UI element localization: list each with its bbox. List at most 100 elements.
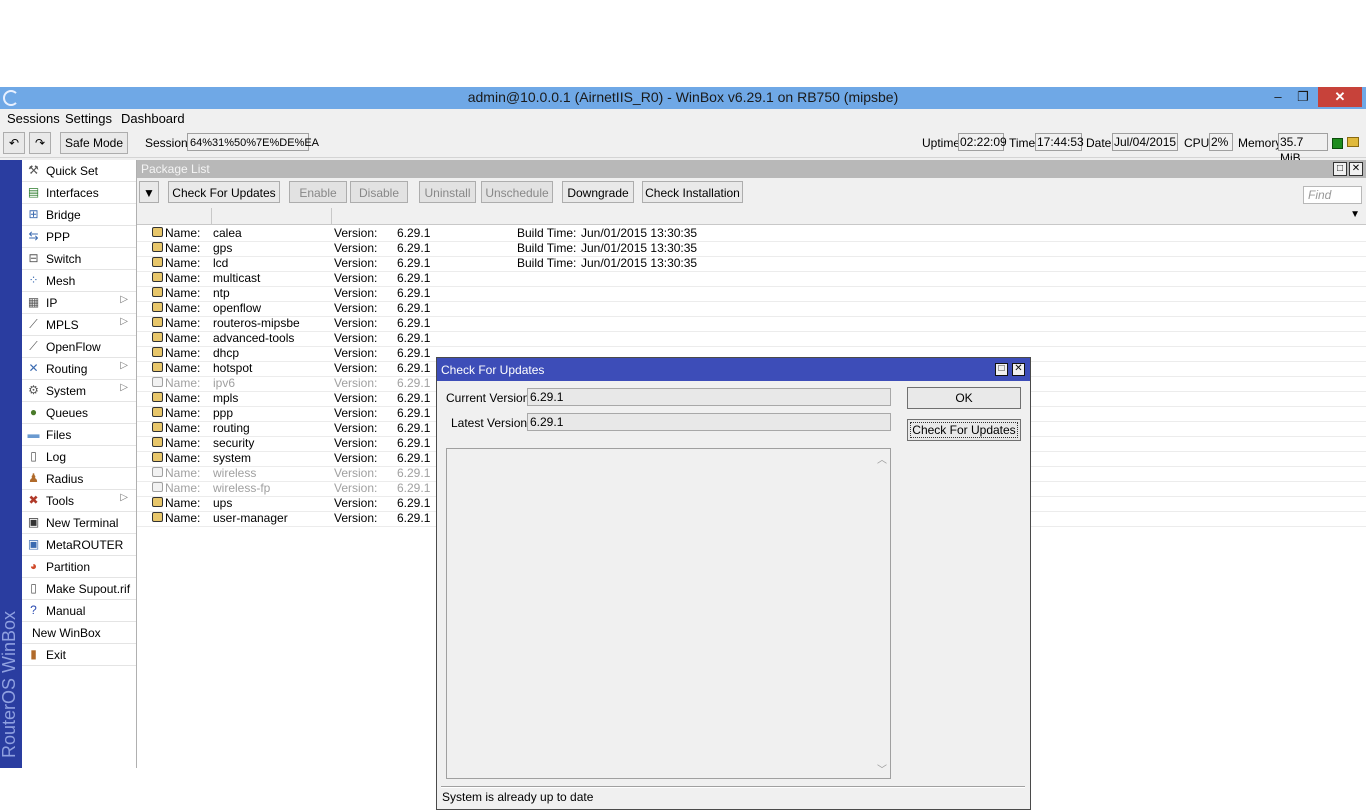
package-icon xyxy=(152,287,163,297)
package-icon xyxy=(152,452,163,462)
menu-settings[interactable]: Settings xyxy=(65,111,112,126)
sidebar-item-label: Interfaces xyxy=(46,186,99,200)
sidebar-item-ppp[interactable]: ⇆ PPP xyxy=(22,226,136,248)
maximize-panel-icon[interactable]: □ xyxy=(1333,162,1347,176)
name-label: Name: xyxy=(165,466,201,480)
safe-mode-button[interactable]: Safe Mode xyxy=(60,132,128,154)
find-input[interactable]: Find xyxy=(1303,186,1362,204)
submenu-arrow-icon: ▷ xyxy=(120,360,128,371)
sidebar-item-mesh[interactable]: ⁘ Mesh xyxy=(22,270,136,292)
version-label: Version: xyxy=(334,331,378,345)
unschedule-button[interactable]: Unschedule xyxy=(481,181,553,203)
sidebar-item-files[interactable]: ▬ Files xyxy=(22,424,136,446)
package-version: 6.29.1 xyxy=(397,331,431,345)
sidebar-item-ip[interactable]: ▦ IP ▷ xyxy=(22,292,136,314)
interfaces-icon: ▤ xyxy=(27,185,40,199)
sidebar-item-mpls[interactable]: ⟋ MPLS ▷ xyxy=(22,314,136,336)
table-row[interactable]: Name: routeros-mipsbe Version: 6.29.1 xyxy=(137,316,1366,332)
terminal-icon: ▣ xyxy=(27,515,40,529)
mpls-icon: ⟋ xyxy=(29,317,38,331)
changelog-area[interactable]: ︿ ﹀ xyxy=(446,448,891,779)
dialog-check-for-updates-button[interactable]: Check For Updates xyxy=(907,419,1021,441)
sidebar-item-make-supout[interactable]: ▯ Make Supout.rif xyxy=(22,578,136,600)
sidebar-item-openflow[interactable]: ⟋ OpenFlow xyxy=(22,336,136,358)
dialog-close-icon[interactable]: ✕ xyxy=(1012,363,1025,376)
check-installation-button[interactable]: Check Installation xyxy=(642,181,743,203)
name-label: Name: xyxy=(165,376,201,390)
sidebar-item-label: System xyxy=(46,384,87,398)
sidebar-item-label: MPLS xyxy=(46,318,79,332)
name-label: Name: xyxy=(165,406,201,420)
package-list-header: Package List □ ✕ xyxy=(137,160,1366,178)
changelog-scrollbar[interactable]: ︿ ﹀ xyxy=(874,449,890,778)
version-label: Version: xyxy=(334,256,378,270)
sidebar-item-metarouter[interactable]: ▣ MetaROUTER xyxy=(22,534,136,556)
build-time-value: Jun/01/2015 13:30:35 xyxy=(581,256,698,270)
sidebar-item-label: Switch xyxy=(46,252,82,266)
ok-button[interactable]: OK xyxy=(907,387,1021,409)
table-row[interactable]: Name: lcd Version: 6.29.1 Build Time: Jun/01/… xyxy=(137,256,1366,272)
sidebar-item-manual[interactable]: ? Manual xyxy=(22,600,136,622)
session-field[interactable]: 64%31%50%7E%DE%EA xyxy=(187,133,319,151)
sidebar-item-log[interactable]: ▯ Log xyxy=(22,446,136,468)
sidebar-item-routing[interactable]: ✕ Routing ▷ xyxy=(22,358,136,380)
sidebar-item-system[interactable]: ⚙ System ▷ xyxy=(22,380,136,402)
dialog-maximize-icon[interactable]: □ xyxy=(995,363,1008,376)
version-label: Version: xyxy=(334,511,378,525)
name-label: Name: xyxy=(165,301,201,315)
package-version: 6.29.1 xyxy=(397,391,431,405)
redo-button[interactable]: ↷ xyxy=(29,132,51,154)
sidebar-item-bridge[interactable]: ⊞ Bridge xyxy=(22,204,136,226)
brand-text: RouterOS WinBox xyxy=(0,610,19,758)
version-label: Version: xyxy=(334,286,378,300)
downgrade-button[interactable]: Downgrade xyxy=(562,181,634,203)
sidebar-item-queues[interactable]: ● Queues xyxy=(22,402,136,424)
minimize-button[interactable]: – xyxy=(1267,87,1289,107)
scroll-down-icon[interactable]: ﹀ xyxy=(877,761,887,776)
check-for-updates-button[interactable]: Check For Updates xyxy=(168,181,280,203)
undo-button[interactable]: ↶ xyxy=(3,132,25,154)
table-column-header[interactable] xyxy=(147,208,212,224)
name-label: Name: xyxy=(165,226,201,240)
sidebar-item-partition[interactable]: ◕ Partition xyxy=(22,556,136,578)
table-column-header[interactable] xyxy=(211,208,332,224)
table-row[interactable]: Name: openflow Version: 6.29.1 xyxy=(137,301,1366,317)
package-version: 6.29.1 xyxy=(397,301,431,315)
disable-button[interactable]: Disable xyxy=(350,181,408,203)
name-label: Name: xyxy=(165,436,201,450)
sidebar-item-label: Log xyxy=(46,450,67,464)
sidebar-item-label: Routing xyxy=(46,362,88,376)
uninstall-button[interactable]: Uninstall xyxy=(419,181,476,203)
sidebar-item-switch[interactable]: ⊟ Switch xyxy=(22,248,136,270)
sidebar-item-new-terminal[interactable]: ▣ New Terminal xyxy=(22,512,136,534)
build-time-label: Build Time: xyxy=(517,241,577,255)
sidebar-item-exit[interactable]: ▮ Exit xyxy=(22,644,136,666)
lock-icon[interactable] xyxy=(1347,137,1359,147)
table-row[interactable]: Name: calea Version: 6.29.1 Build Time: Jun/0… xyxy=(137,226,1366,242)
menu-dashboard[interactable]: Dashboard xyxy=(121,111,185,126)
close-button[interactable]: ✕ xyxy=(1318,87,1362,107)
sidebar-item-label: Exit xyxy=(46,648,67,662)
name-label: Name: xyxy=(165,241,201,255)
table-row[interactable]: Name: gps Version: 6.29.1 Build Time: Jun/01/… xyxy=(137,241,1366,257)
close-panel-icon[interactable]: ✕ xyxy=(1349,162,1363,176)
quickset-icon: ⚒ xyxy=(28,163,39,177)
package-name: wireless xyxy=(213,466,257,480)
table-row[interactable]: Name: multicast Version: 6.29.1 xyxy=(137,271,1366,287)
scroll-up-icon[interactable]: ︿ xyxy=(877,451,887,466)
table-row[interactable]: Name: advanced-tools Version: 6.29.1 xyxy=(137,331,1366,347)
version-label: Version: xyxy=(334,241,378,255)
sidebar-item-interfaces[interactable]: ▤ Interfaces xyxy=(22,182,136,204)
sidebar-item-tools[interactable]: ✖ Tools ▷ xyxy=(22,490,136,512)
sidebar-item-quick-set[interactable]: ⚒ Quick Set xyxy=(22,160,136,182)
enable-button[interactable]: Enable xyxy=(289,181,347,203)
table-row[interactable]: Name: ntp Version: 6.29.1 xyxy=(137,286,1366,302)
openflow-icon: ⟋ xyxy=(29,339,38,353)
sidebar-item-radius[interactable]: ♟ Radius xyxy=(22,468,136,490)
title-bar: admin@10.0.0.1 (AirnetIIS_R0) - WinBox v… xyxy=(0,87,1366,109)
sidebar-item-new-winbox[interactable]: New WinBox xyxy=(22,622,136,644)
maximize-button[interactable]: ❐ xyxy=(1292,87,1314,107)
column-menu-icon[interactable]: ▼ xyxy=(1350,209,1360,220)
menu-sessions[interactable]: Sessions xyxy=(7,111,60,126)
filter-icon[interactable]: ▼ xyxy=(139,181,159,203)
